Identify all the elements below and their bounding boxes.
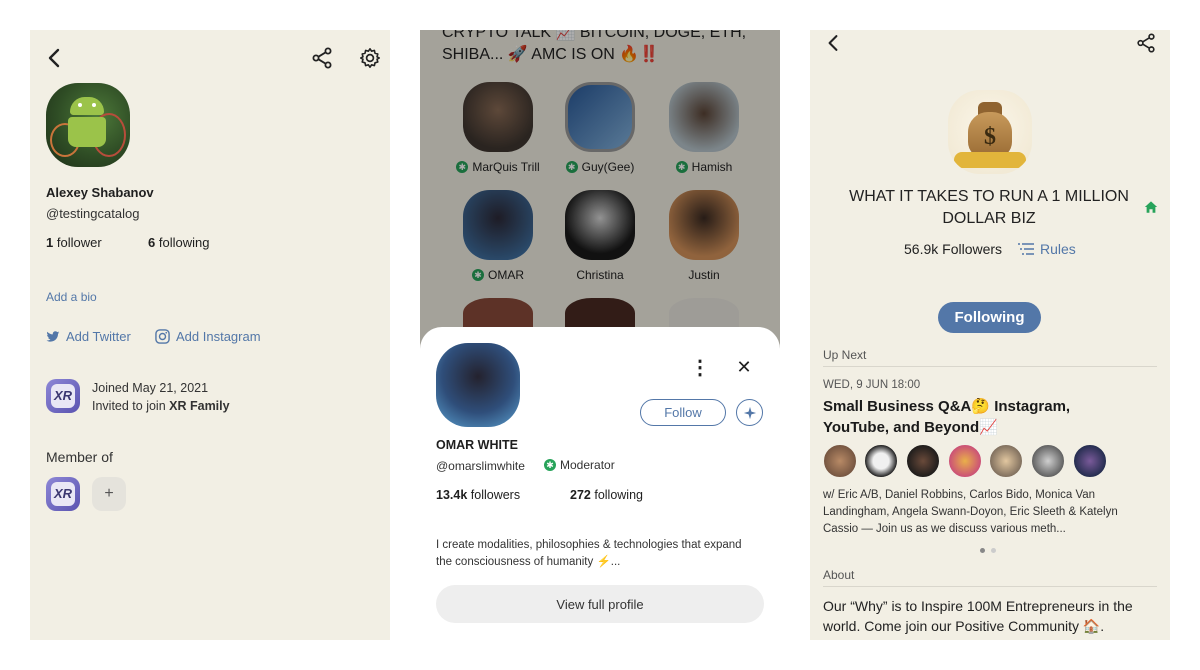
close-icon[interactable]: ✕ (732, 355, 756, 379)
view-full-profile-button[interactable]: View full profile (436, 585, 764, 623)
event-date: WED, 9 JUN 18:00 (823, 379, 921, 391)
event-host-avatars[interactable] (823, 444, 1123, 480)
following-count: 6 (148, 235, 156, 250)
house-icon (1144, 200, 1158, 219)
share-icon[interactable] (1135, 32, 1157, 54)
following-label: following (158, 235, 210, 250)
invited-club-link[interactable]: XR Family (169, 399, 229, 413)
sheet-following-count: 272 (570, 488, 591, 502)
followers-count-link[interactable]: 1 follower (46, 235, 102, 250)
up-next-heading: Up Next (823, 348, 867, 362)
host-avatar (948, 444, 982, 478)
following-button[interactable]: Following (938, 302, 1041, 333)
club-followers[interactable]: 56.9k Followers (904, 241, 1002, 257)
moderator-icon: ✱ (544, 459, 556, 471)
host-avatar (989, 444, 1023, 478)
host-avatar (823, 444, 857, 478)
follow-button[interactable]: Follow (640, 399, 726, 426)
twitter-icon (46, 330, 60, 342)
host-avatar (1073, 444, 1107, 478)
about-text: Our “Why” is to Inspire 100M Entrepreneu… (823, 598, 1133, 634)
more-vertical-icon[interactable]: ⋮ (690, 355, 710, 379)
sheet-followers-label: followers (470, 488, 521, 502)
sheet-handle: @omarslimwhite (436, 459, 525, 473)
host-avatar (906, 444, 940, 478)
profile-avatar[interactable] (46, 83, 130, 167)
back-arrow-icon[interactable] (822, 32, 844, 54)
dot-active (980, 548, 985, 553)
member-of-heading: Member of (46, 449, 113, 465)
profile-screen: Alexey Shabanov @testingcatalog 1 follow… (30, 30, 390, 640)
club-screen: $ WHAT IT TAKES TO RUN A 1 MILLION DOLLA… (810, 30, 1170, 640)
host-avatar (864, 444, 898, 478)
host-avatar (1031, 444, 1065, 478)
divider (823, 586, 1157, 587)
add-instagram-label: Add Instagram (176, 329, 261, 344)
following-count-link[interactable]: 6 following (148, 235, 209, 250)
member-club-logo[interactable]: XR (46, 477, 80, 511)
add-instagram-link[interactable]: Add Instagram (155, 329, 261, 344)
profile-sheet: ⋮ ✕ Follow OMAR WHITE @omarslimwhite ✱ Mo… (420, 327, 780, 640)
profile-name: Alexey Shabanov (46, 185, 154, 200)
invited-text: Invited to join XR Family (92, 399, 230, 413)
carousel-dots[interactable] (980, 548, 996, 553)
event-description: w/ Eric A/B, Daniel Robbins, Carlos Bido… (823, 489, 1118, 535)
sheet-following-link[interactable]: 272 following (570, 488, 643, 502)
joined-text: Joined May 21, 2021 (92, 381, 209, 395)
rules-label: Rules (1040, 241, 1076, 257)
invited-club-logo[interactable]: XR (46, 379, 80, 413)
profile-handle: @testingcatalog (46, 206, 140, 221)
sheet-bio: I create modalities, philosophies & tech… (436, 539, 742, 568)
sheet-followers-link[interactable]: 13.4k followers (436, 488, 520, 502)
invited-prefix: Invited to join (92, 399, 170, 413)
add-twitter-label: Add Twitter (66, 329, 131, 344)
moderator-badge: ✱ Moderator (544, 458, 615, 472)
sheet-name: OMAR WHITE (436, 438, 518, 452)
sheet-followers-count: 13.4k (436, 488, 468, 502)
add-club-button[interactable]: + (92, 477, 126, 511)
dot-inactive (991, 548, 996, 553)
followers-label: follower (56, 235, 102, 250)
sheet-avatar[interactable] (436, 343, 520, 427)
add-twitter-link[interactable]: Add Twitter (46, 329, 131, 344)
divider (823, 366, 1157, 367)
club-name: WHAT IT TAKES TO RUN A 1 MILLION DOLLAR … (849, 188, 1129, 227)
settings-gear-icon[interactable] (358, 46, 382, 70)
club-avatar[interactable]: $ (948, 90, 1032, 174)
share-icon[interactable] (310, 46, 334, 70)
back-arrow-icon[interactable] (42, 46, 66, 70)
event-title[interactable]: Small Business Q&A🤔 Instagram, YouTube, … (823, 396, 1113, 438)
rules-list-icon (1018, 243, 1034, 255)
dollar-sign: $ (984, 124, 996, 150)
sparkle-icon[interactable] (736, 399, 763, 426)
member-club-logo-text: XR (51, 482, 75, 506)
add-bio-link[interactable]: Add a bio (46, 290, 97, 304)
instagram-icon (155, 329, 170, 344)
rules-link[interactable]: Rules (1018, 241, 1076, 257)
moderator-label: Moderator (560, 458, 615, 472)
sheet-following-label: following (594, 488, 643, 502)
club-logo-text: XR (51, 384, 75, 408)
about-heading: About (823, 568, 855, 582)
room-screen: CRYPTO TALK 📈 BITCOIN, DOGE, ETH, SHIBA.… (420, 30, 780, 640)
followers-count: 1 (46, 235, 54, 250)
